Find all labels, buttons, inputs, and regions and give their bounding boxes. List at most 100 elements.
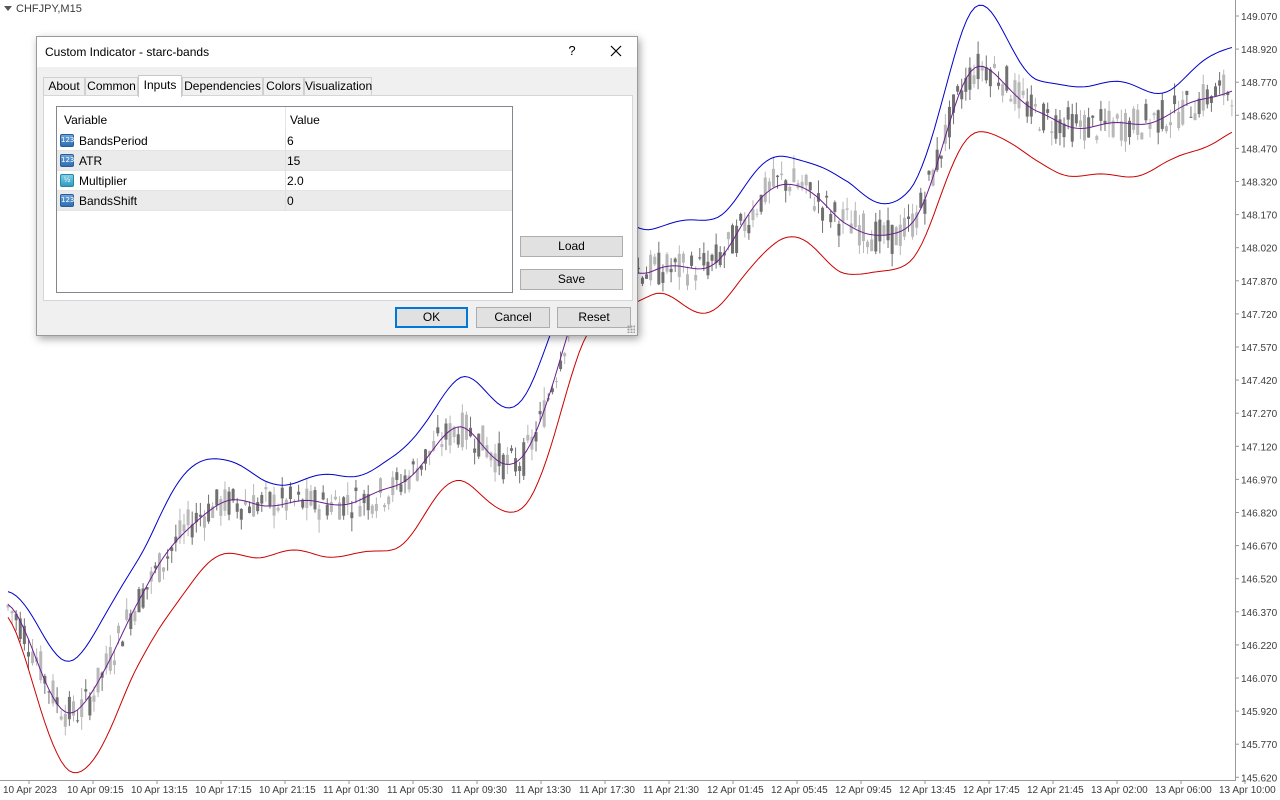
- candle-body: [857, 225, 861, 246]
- time-label: 11 Apr 05:30: [387, 785, 443, 796]
- candle-body: [329, 502, 333, 512]
- param-value[interactable]: 15: [287, 154, 300, 168]
- candle-body: [1099, 109, 1103, 121]
- candle-body: [501, 454, 505, 480]
- candle-body: [313, 490, 317, 510]
- price-label: 146.070: [1241, 674, 1278, 685]
- candle-body: [706, 261, 710, 276]
- grid-header: Variable Value: [57, 107, 512, 131]
- candle-body: [878, 219, 882, 242]
- candle-body: [67, 696, 71, 720]
- variable-column-header[interactable]: Variable: [64, 113, 107, 127]
- reset-button[interactable]: Reset: [557, 307, 631, 328]
- candle-body: [121, 641, 125, 647]
- candle-body: [252, 495, 256, 517]
- candle-body: [767, 181, 771, 191]
- param-value[interactable]: 0: [287, 194, 294, 208]
- candle-body: [972, 75, 976, 85]
- candle-body: [133, 610, 137, 622]
- candle-body: [984, 67, 988, 81]
- value-column-header[interactable]: Value: [290, 113, 320, 127]
- candle-body: [276, 507, 280, 511]
- tab-visualization[interactable]: Visualization: [304, 77, 372, 95]
- candle-body: [84, 689, 88, 692]
- candle-body: [690, 255, 694, 266]
- ok-button[interactable]: OK: [395, 307, 468, 328]
- candle-body: [1160, 100, 1164, 129]
- candle-body: [514, 458, 518, 472]
- candle-body: [202, 516, 206, 528]
- dialog-titlebar[interactable]: Custom Indicator - starc-bands ?: [37, 37, 637, 67]
- tab-common[interactable]: Common: [85, 77, 138, 95]
- load-button[interactable]: Load: [520, 236, 623, 257]
- cancel-button[interactable]: Cancel: [476, 307, 550, 328]
- price-label: 146.970: [1241, 475, 1278, 486]
- candle-body: [1017, 82, 1021, 109]
- candle-body: [1181, 99, 1185, 125]
- candle-body: [448, 423, 452, 446]
- column-separator[interactable]: [285, 107, 286, 131]
- candle-body: [350, 512, 354, 519]
- candle-body: [309, 490, 313, 506]
- candle-body: [907, 216, 911, 219]
- param-value[interactable]: 6: [287, 134, 294, 148]
- candle-body: [1185, 90, 1189, 95]
- save-button[interactable]: Save: [520, 269, 623, 290]
- candle-body: [677, 253, 681, 278]
- price-label: 149.070: [1241, 12, 1278, 23]
- candle-body: [1001, 84, 1005, 96]
- close-icon[interactable]: [605, 41, 627, 61]
- param-row-bandsshift[interactable]: 123 BandsShift 0: [57, 191, 512, 211]
- candle-body: [1025, 101, 1029, 117]
- candle-body: [894, 227, 898, 246]
- integer-type-icon: 123: [60, 154, 74, 167]
- tab-about[interactable]: About: [43, 77, 85, 95]
- candle-body: [358, 506, 362, 517]
- candle-body: [698, 257, 702, 259]
- candle-body: [256, 502, 260, 512]
- tab-colors[interactable]: Colors: [263, 77, 304, 95]
- candle-body: [702, 253, 706, 266]
- candle-body: [1021, 90, 1025, 96]
- candle-body: [284, 499, 288, 511]
- help-icon[interactable]: ?: [565, 41, 579, 61]
- price-label: 148.770: [1241, 78, 1278, 89]
- tab-inputs[interactable]: Inputs: [138, 75, 182, 97]
- candle-body: [1197, 98, 1201, 114]
- candle-body: [526, 434, 530, 441]
- candle-body: [374, 503, 378, 512]
- candle-body: [387, 496, 391, 505]
- candle-body: [645, 274, 649, 279]
- inputs-grid[interactable]: Variable Value 123 BandsPeriod 6 123 ATR…: [56, 106, 513, 293]
- candle-body: [383, 504, 387, 508]
- candle-body: [223, 489, 227, 511]
- candle-body: [88, 696, 92, 716]
- time-label: 11 Apr 17:30: [579, 785, 635, 796]
- candle-body: [1107, 110, 1111, 125]
- time-label: 12 Apr 17:45: [963, 785, 1020, 796]
- param-row-multiplier[interactable]: ½ Multiplier 2.0: [57, 171, 512, 191]
- candle-body: [833, 202, 837, 212]
- candle-body: [1095, 136, 1099, 140]
- candle-body: [1046, 109, 1050, 113]
- dialog-title: Custom Indicator - starc-bands: [45, 45, 210, 59]
- price-label: 148.320: [1241, 178, 1278, 189]
- candle-body: [927, 170, 931, 175]
- candle-body: [157, 553, 161, 582]
- tab-dependencies[interactable]: Dependencies: [182, 77, 263, 95]
- time-label: 12 Apr 05:45: [771, 785, 828, 796]
- param-row-bandsperiod[interactable]: 123 BandsPeriod 6: [57, 131, 512, 151]
- price-label: 146.670: [1241, 542, 1278, 553]
- candle-body: [436, 427, 440, 434]
- candle-body: [956, 86, 960, 92]
- candle-body: [1115, 114, 1119, 119]
- param-row-atr[interactable]: 123 ATR 15: [57, 151, 512, 171]
- param-value[interactable]: 2.0: [287, 174, 304, 188]
- price-label: 148.470: [1241, 144, 1278, 155]
- resize-grip-icon[interactable]: [627, 325, 635, 333]
- candle-body: [829, 214, 833, 223]
- candle-body: [1173, 95, 1177, 105]
- candle-body: [992, 63, 996, 68]
- candle-body: [1009, 98, 1013, 102]
- candle-body: [239, 508, 243, 520]
